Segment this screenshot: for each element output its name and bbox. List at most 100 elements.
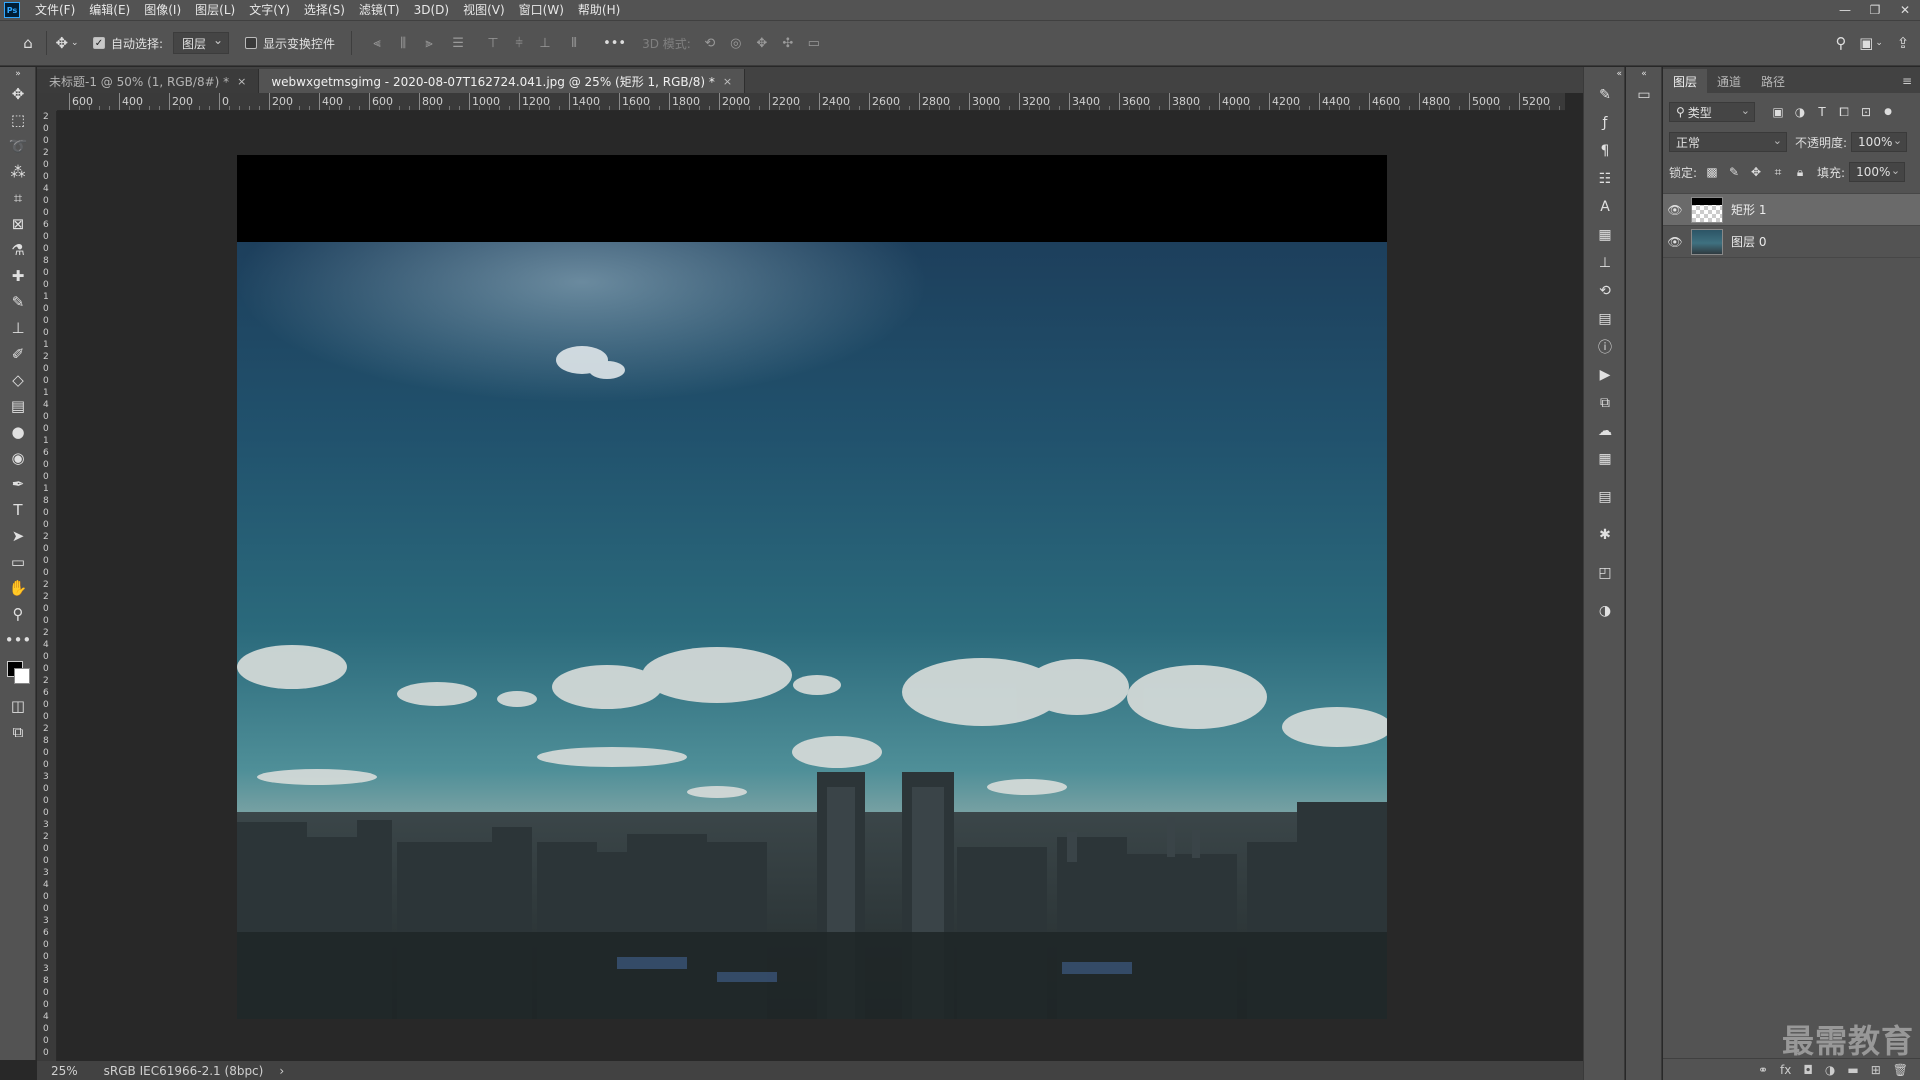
menu-type[interactable]: 文字(Y) [242,0,297,20]
add-mask-icon[interactable]: ◘ [1803,1063,1813,1077]
distribute-horizontal-icon[interactable]: ⫴ [564,33,584,53]
align-top-icon[interactable]: ⊤ [483,33,503,53]
brush-settings-icon[interactable]: ✎ [1584,81,1626,109]
status-menu-arrow[interactable]: › [279,1064,284,1078]
pen-tool-icon[interactable]: ✒ [0,471,36,497]
layer-row-layer-0[interactable]: 👁︎ 图层 0 [1663,225,1920,257]
smart-object-filter-icon[interactable]: ⊡ [1855,102,1877,122]
align-right-icon[interactable]: ⫸ [419,33,439,53]
brush-presets-icon[interactable]: ƒ [1584,109,1626,137]
layer-row-rectangle-1[interactable]: 👁︎ 矩形 1 [1663,193,1920,225]
3d-icon[interactable]: ☁ [1584,417,1626,445]
visibility-eye-icon[interactable]: 👁︎ [1663,203,1687,217]
tab-channels[interactable]: 通道 [1707,69,1751,93]
ruler-origin[interactable] [37,93,57,111]
menu-filter[interactable]: 滤镜(T) [352,0,407,20]
rectangular-marquee-tool-icon[interactable]: ⬚ [0,107,36,133]
fill-field[interactable]: 100% ⌄ [1849,162,1906,182]
panel-thumbnail-icon[interactable]: ▭ [1626,81,1662,109]
minimize-button[interactable]: — [1830,0,1860,20]
menu-file[interactable]: 文件(F) [28,0,82,20]
magic-wand-tool-icon[interactable]: ⁂ [0,159,36,185]
menu-window[interactable]: 窗口(W) [512,0,571,20]
pixel-layer-filter-icon[interactable]: ▣ [1767,102,1789,122]
3d-pan-icon[interactable]: ✥ [752,33,772,53]
horizontal-ruler[interactable]: 600 400 200 0 200 400 600 800 1000 1200 1400 1600 18… [57,93,1565,111]
layer-comps-icon[interactable]: ◰ [1584,559,1626,587]
history-icon[interactable]: ⟲ [1584,277,1626,305]
eyedropper-tool-icon[interactable]: ⚗ [0,237,36,263]
clone-source-icon[interactable]: ⊥ [1584,249,1626,277]
3d-slide-icon[interactable]: ✣ [778,33,798,53]
tab-close-icon[interactable]: × [237,75,246,88]
adjustment-layer-icon[interactable]: ◑ [1825,1063,1835,1077]
distribute-vertical-icon[interactable]: ☰ [448,33,468,53]
quick-mask-icon[interactable]: ◫ [0,693,36,719]
lock-all-icon[interactable]: 🔒︎ [1789,162,1811,182]
shape-layer-filter-icon[interactable]: ⧠ [1833,102,1855,122]
align-center-horizontal-icon[interactable]: ⫼ [393,33,413,53]
3d-camera-icon[interactable]: ▭ [804,33,824,53]
dock-collapse-icon[interactable]: « [1584,67,1626,81]
table-icon[interactable]: ▦ [1584,445,1626,473]
type-layer-filter-icon[interactable]: T [1811,102,1833,122]
hand-tool-icon[interactable]: ✋ [0,575,36,601]
tab-close-icon[interactable]: × [723,75,732,88]
blend-mode-dropdown[interactable]: 正常 ⌄ [1669,132,1787,152]
canvas-area[interactable] [57,111,1565,1061]
vertical-ruler[interactable]: 2 0 0 2 0 0 4 0 0 6 0 0 8 0 0 1 0 0 0 1 2 0 0 1 4 0 0 1 6 0 0 1 8 0 0 2 0 0 0 2… [37,111,57,1061]
edit-toolbar-icon[interactable]: ••• [0,627,36,653]
lock-artboard-icon[interactable]: ⌗ [1767,162,1789,182]
notes-icon[interactable]: ▤ [1584,483,1626,511]
dock2-collapse-icon[interactable]: « [1626,67,1662,81]
libraries-icon[interactable]: ▤ [1584,305,1626,333]
menu-select[interactable]: 选择(S) [297,0,352,20]
move-tool-icon[interactable]: ✥ [0,81,36,107]
menu-3d[interactable]: 3D(D) [407,0,456,20]
swatches-icon[interactable]: ⧉ [1584,389,1626,417]
zoom-tool-icon[interactable]: ⚲ [0,601,36,627]
filter-toggle-icon[interactable]: ● [1877,102,1899,122]
panel-menu-icon[interactable]: ≡ [1894,69,1920,93]
blur-tool-icon[interactable]: ● [0,419,36,445]
auto-select-checkbox[interactable]: ✓ [93,37,105,49]
eraser-tool-icon[interactable]: ◇ [0,367,36,393]
actions-play-icon[interactable]: ▶ [1584,361,1626,389]
lock-position-icon[interactable]: ✥ [1745,162,1767,182]
glyphs-icon[interactable]: ▦ [1584,221,1626,249]
close-button[interactable]: ✕ [1890,0,1920,20]
align-middle-vertical-icon[interactable]: ⫩ [509,33,529,53]
document-canvas[interactable] [237,155,1387,1019]
3d-roll-icon[interactable]: ◎ [726,33,746,53]
opacity-field[interactable]: 100% ⌄ [1851,132,1908,152]
color-icon[interactable]: ◑ [1584,597,1626,625]
more-options-button[interactable]: ••• [603,36,626,51]
paragraph-icon[interactable]: ¶ [1584,137,1626,165]
dodge-tool-icon[interactable]: ◉ [0,445,36,471]
menu-help[interactable]: 帮助(H) [571,0,627,20]
info-icon[interactable]: ⓘ [1584,333,1626,361]
menu-edit[interactable]: 编辑(E) [82,0,137,20]
workspace-icon[interactable]: ▣ ⌄ [1856,34,1886,52]
search-icon[interactable]: ⚲ [1826,34,1856,52]
show-transform-checkbox[interactable] [245,37,258,49]
type-tool-icon[interactable]: T [0,497,36,523]
layer-name[interactable]: 矩形 1 [1731,201,1766,218]
history-brush-tool-icon[interactable]: ✐ [0,341,36,367]
brush-tool-icon[interactable]: ✎ [0,289,36,315]
auto-select-target-dropdown[interactable]: 图层 [173,32,230,54]
restore-button[interactable]: ❐ [1860,0,1890,20]
adjustments-icon[interactable]: ☷ [1584,165,1626,193]
tab-layers[interactable]: 图层 [1663,69,1708,93]
zoom-level[interactable]: 25% [51,1064,78,1078]
tab-paths[interactable]: 路径 [1751,69,1795,93]
menu-view[interactable]: 视图(V) [456,0,512,20]
move-tool-preset-icon[interactable]: ✥ ⌄ [47,34,87,52]
new-group-icon[interactable]: ▬ [1847,1063,1858,1077]
menu-layer[interactable]: 图层(L) [188,0,242,20]
delete-layer-icon[interactable]: 🗑︎ [1893,1063,1908,1077]
photoshop-logo-icon[interactable]: Ps [4,2,20,18]
properties-icon[interactable]: ✱ [1584,521,1626,549]
share-icon[interactable]: ⇪ [1886,34,1920,52]
screen-mode-icon[interactable]: ⧉ [0,719,36,745]
